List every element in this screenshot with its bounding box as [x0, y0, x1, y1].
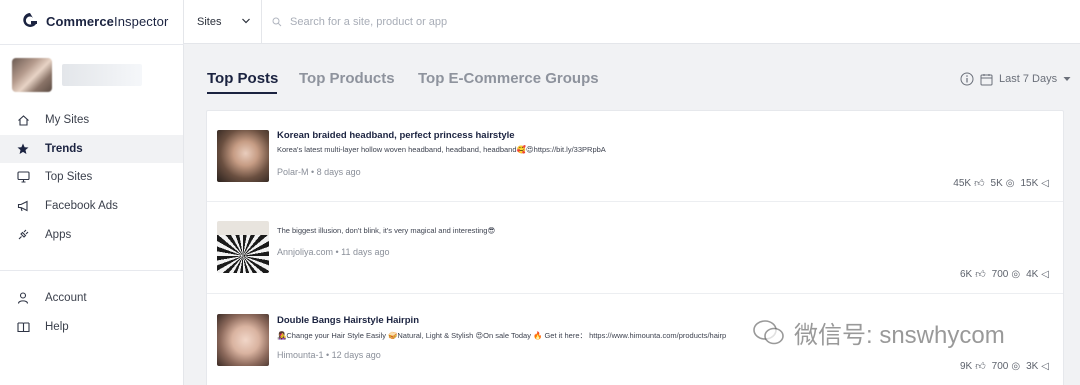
user-profile[interactable] [12, 58, 142, 92]
active-tab-underline [207, 92, 277, 94]
top-bar: Sites Search for a site, product or app [184, 0, 1080, 44]
sidebar-divider [0, 44, 184, 45]
sidebar-item-label: Top Sites [45, 171, 93, 183]
sidebar: CommerceInspector My Sites Trends Top Si… [0, 0, 184, 385]
sidebar-item-label: Apps [45, 229, 72, 241]
calendar-icon [980, 73, 993, 85]
sidebar-item-account[interactable]: Account [0, 284, 183, 312]
list-item[interactable]: Korean braided headband, perfect princes… [207, 111, 1063, 202]
monitor-icon [16, 170, 30, 184]
wechat-icon [753, 319, 784, 344]
sidebar-item-label: Account [45, 292, 87, 304]
star-icon [16, 142, 30, 156]
watermark-text: 微信号: snswhycom [794, 322, 1005, 349]
share-icon: ◁ [1041, 268, 1049, 280]
user-icon [16, 291, 30, 305]
like-icon: 👍︎ [974, 178, 985, 189]
search-input[interactable]: Search for a site, product or app [272, 0, 447, 44]
sidebar-item-my-sites[interactable]: My Sites [0, 106, 183, 134]
sidebar-item-apps[interactable]: Apps [0, 221, 183, 249]
search-placeholder: Search for a site, product or app [290, 16, 448, 28]
date-range-selector[interactable]: Last 7 Days [960, 72, 1071, 86]
tab-top-ecommerce-groups[interactable]: Top E-Commerce Groups [418, 70, 599, 87]
post-stats: 6K 👍︎ 700 ◎ 4K ◁ [959, 268, 1049, 281]
book-icon [16, 320, 30, 334]
share-icon: ◁ [1041, 177, 1049, 189]
shares-stat: 3K ◁ [1026, 360, 1049, 372]
post-description: 👩‍🎤Change your Hair Style Easily 🥪Natura… [277, 331, 727, 340]
site-select-dropdown[interactable]: Sites [184, 0, 262, 44]
likes-stat: 45K 👍︎ [953, 177, 985, 190]
watermark: 微信号: snswhycom [752, 315, 1005, 350]
date-range-label: Last 7 Days [999, 73, 1058, 85]
tab-top-posts[interactable]: Top Posts [207, 70, 278, 87]
comment-icon: ◎ [1011, 268, 1021, 280]
sidebar-divider [0, 270, 184, 271]
share-icon: ◁ [1041, 360, 1049, 372]
avatar [12, 58, 52, 92]
post-description: Korea's latest multi-layer hollow woven … [277, 145, 606, 154]
sidebar-item-label: Facebook Ads [45, 200, 118, 212]
post-thumbnail[interactable] [217, 221, 269, 273]
home-icon [16, 113, 30, 127]
sidebar-item-help[interactable]: Help [0, 313, 183, 341]
comment-icon: ◎ [1011, 360, 1021, 372]
post-stats: 45K 👍︎ 5K ◎ 15K ◁ [953, 177, 1050, 190]
sidebar-item-label: Help [45, 321, 69, 333]
shares-stat: 4K ◁ [1026, 268, 1049, 280]
post-meta: Polar-M • 8 days ago [277, 167, 361, 177]
chevron-down-icon [242, 18, 250, 24]
sidebar-item-top-sites[interactable]: Top Sites [0, 163, 183, 191]
sidebar-item-label: My Sites [45, 114, 90, 126]
post-description: The biggest illusion, don't blink, it's … [277, 226, 496, 235]
post-thumbnail[interactable] [217, 130, 269, 182]
post-stats: 9K 👍︎ 700 ◎ 3K ◁ [959, 360, 1049, 373]
plug-icon [16, 228, 30, 242]
likes-stat: 6K 👍︎ [959, 268, 986, 281]
shares-stat: 15K ◁ [1020, 177, 1050, 189]
tab-top-products[interactable]: Top Products [299, 70, 395, 87]
commerceinspector-logo-icon [23, 13, 37, 27]
post-title[interactable]: Korean braided headband, perfect princes… [277, 130, 515, 141]
post-thumbnail[interactable] [217, 314, 269, 366]
comments-stat: 5K ◎ [990, 177, 1015, 189]
post-meta: Himounta-1 • 12 days ago [277, 350, 381, 360]
post-meta: Annjoliya.com • 11 days ago [277, 247, 390, 257]
comment-icon: ◎ [1005, 177, 1015, 189]
like-icon: 👍︎ [975, 361, 986, 372]
like-icon: 👍︎ [975, 269, 986, 280]
likes-stat: 9K 👍︎ [959, 360, 986, 373]
megaphone-icon [16, 199, 30, 213]
post-title[interactable]: Double Bangs Hairstyle Hairpin [277, 315, 419, 326]
info-icon[interactable] [960, 72, 974, 86]
brand-name: CommerceInspector [46, 13, 169, 29]
sidebar-item-trends[interactable]: Trends [0, 135, 183, 163]
profile-name-blurred [62, 64, 142, 86]
comments-stat: 700 ◎ [991, 360, 1021, 372]
site-select-label: Sites [197, 16, 222, 28]
sidebar-item-label: Trends [45, 143, 83, 155]
sidebar-item-facebook-ads[interactable]: Facebook Ads [0, 192, 183, 220]
brand-logo-link[interactable]: CommerceInspector [22, 12, 168, 30]
caret-down-icon [1063, 77, 1071, 81]
search-icon [272, 17, 282, 27]
comments-stat: 700 ◎ [991, 268, 1021, 280]
list-item[interactable]: The biggest illusion, don't blink, it's … [207, 202, 1063, 294]
